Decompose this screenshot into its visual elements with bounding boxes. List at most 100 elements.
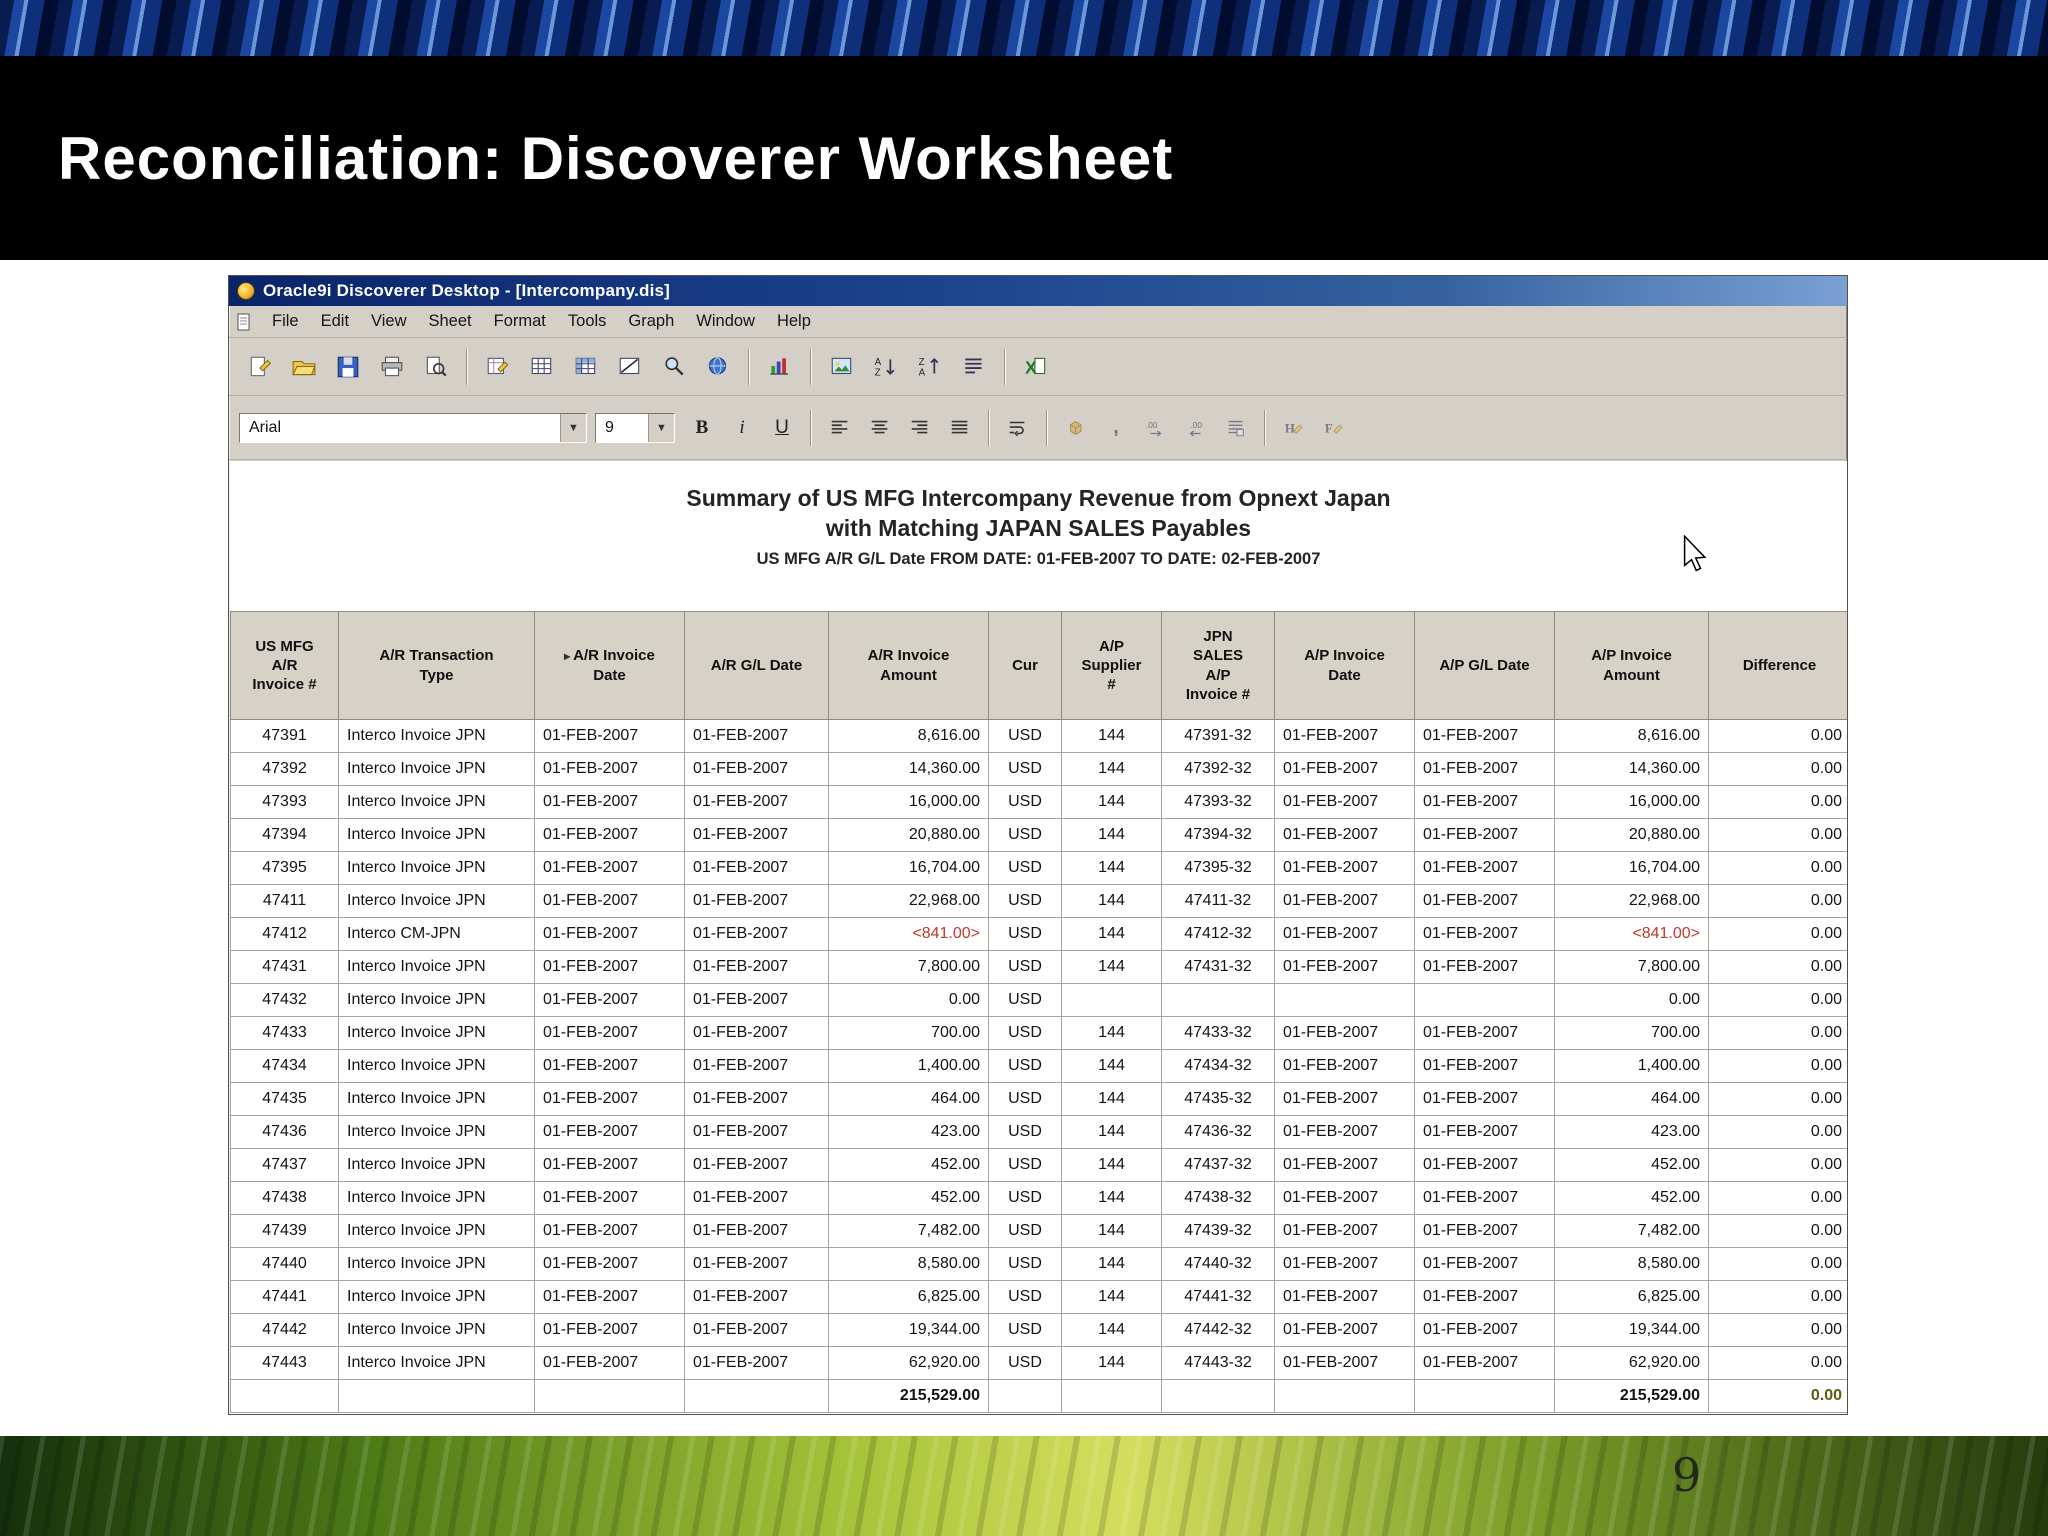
align-right-button[interactable] — [901, 409, 939, 446]
table-cell[interactable]: 0.00 — [1708, 983, 1847, 1017]
table-cell[interactable]: 01-FEB-2007 — [684, 950, 829, 984]
table-cell[interactable]: 01-FEB-2007 — [1274, 917, 1415, 951]
table-cell[interactable]: 7,482.00 — [1554, 1214, 1709, 1248]
crosstab-layout-button[interactable] — [565, 347, 607, 386]
table-cell[interactable]: 47440 — [230, 1247, 339, 1281]
table-cell[interactable]: 452.00 — [1554, 1181, 1709, 1215]
table-cell[interactable]: 01-FEB-2007 — [1414, 1148, 1555, 1182]
table-cell[interactable]: 0.00 — [1708, 1280, 1847, 1314]
new-sheet-button[interactable] — [239, 347, 281, 386]
table-cell[interactable]: 01-FEB-2007 — [534, 719, 685, 753]
table-cell[interactable]: 01-FEB-2007 — [534, 851, 685, 885]
table-cell[interactable]: 01-FEB-2007 — [534, 1148, 685, 1182]
table-cell[interactable]: Interco Invoice JPN — [338, 818, 535, 852]
table-cell[interactable]: 01-FEB-2007 — [1274, 884, 1415, 918]
table-cell[interactable]: 464.00 — [828, 1082, 989, 1116]
table-cell[interactable]: 01-FEB-2007 — [1414, 1346, 1555, 1380]
decrease-decimal-button[interactable]: .00 — [1177, 409, 1215, 446]
italic-button[interactable]: i — [723, 409, 761, 446]
table-cell[interactable]: 452.00 — [1554, 1148, 1709, 1182]
menu-edit[interactable]: Edit — [310, 308, 360, 335]
menu-format[interactable]: Format — [483, 308, 557, 335]
table-cell[interactable]: 144 — [1061, 1313, 1162, 1347]
table-cell[interactable]: 01-FEB-2007 — [684, 719, 829, 753]
table-cell[interactable]: 452.00 — [828, 1148, 989, 1182]
edit-title-button[interactable] — [609, 347, 651, 386]
table-cell[interactable] — [1161, 983, 1275, 1017]
table-cell[interactable]: 01-FEB-2007 — [1274, 719, 1415, 753]
table-cell[interactable]: USD — [988, 1280, 1062, 1314]
table-cell[interactable]: Interco Invoice JPN — [338, 1313, 535, 1347]
table-cell[interactable]: 01-FEB-2007 — [684, 983, 829, 1017]
table-cell[interactable]: 47391 — [230, 719, 339, 753]
table-cell[interactable]: 144 — [1061, 1181, 1162, 1215]
table-cell[interactable]: 7,800.00 — [1554, 950, 1709, 984]
print-button[interactable] — [371, 347, 413, 386]
table-cell[interactable]: USD — [988, 1082, 1062, 1116]
table-cell[interactable]: 01-FEB-2007 — [1274, 851, 1415, 885]
table-cell[interactable]: 01-FEB-2007 — [534, 1016, 685, 1050]
table-cell[interactable]: 0.00 — [1554, 983, 1709, 1017]
table-cell[interactable]: 01-FEB-2007 — [534, 884, 685, 918]
table-cell[interactable]: USD — [988, 1148, 1062, 1182]
menu-graph[interactable]: Graph — [617, 308, 685, 335]
table-cell[interactable]: USD — [988, 1181, 1062, 1215]
table-cell[interactable]: 47442 — [230, 1313, 339, 1347]
table-cell[interactable]: 01-FEB-2007 — [1414, 1082, 1555, 1116]
table-cell[interactable]: 0.00 — [1708, 1016, 1847, 1050]
table-cell[interactable]: 20,880.00 — [828, 818, 989, 852]
table-cell[interactable]: 01-FEB-2007 — [684, 1280, 829, 1314]
table-cell[interactable]: USD — [988, 1016, 1062, 1050]
sort-ascending-button[interactable]: AZ — [865, 347, 907, 386]
table-cell[interactable]: 47432 — [230, 983, 339, 1017]
table-cell[interactable]: Interco Invoice JPN — [338, 884, 535, 918]
table-cell[interactable]: Interco Invoice JPN — [338, 1214, 535, 1248]
table-cell[interactable]: 01-FEB-2007 — [1414, 1280, 1555, 1314]
table-cell[interactable]: 16,704.00 — [1554, 851, 1709, 885]
table-cell[interactable]: 01-FEB-2007 — [1414, 917, 1555, 951]
table-cell[interactable]: 144 — [1061, 1346, 1162, 1380]
table-cell[interactable]: 47391-32 — [1161, 719, 1275, 753]
table-cell[interactable]: 47395-32 — [1161, 851, 1275, 885]
sort-descending-button[interactable]: ZA — [909, 347, 951, 386]
table-cell[interactable]: 01-FEB-2007 — [1414, 719, 1555, 753]
table-cell[interactable]: 01-FEB-2007 — [1414, 1214, 1555, 1248]
column-header[interactable]: A/P Invoice Date — [1274, 611, 1415, 720]
table-cell[interactable]: USD — [988, 818, 1062, 852]
table-cell[interactable]: 01-FEB-2007 — [534, 1082, 685, 1116]
table-cell[interactable]: 01-FEB-2007 — [1414, 1181, 1555, 1215]
table-cell[interactable]: 01-FEB-2007 — [534, 1115, 685, 1149]
table-cell[interactable]: Interco CM-JPN — [338, 917, 535, 951]
table-cell[interactable]: Interco Invoice JPN — [338, 1115, 535, 1149]
table-cell[interactable]: 01-FEB-2007 — [1274, 1181, 1415, 1215]
table-cell[interactable]: 6,825.00 — [828, 1280, 989, 1314]
table-cell[interactable]: 144 — [1061, 917, 1162, 951]
table-cell[interactable]: Interco Invoice JPN — [338, 1016, 535, 1050]
table-cell[interactable]: 01-FEB-2007 — [1274, 950, 1415, 984]
table-cell[interactable]: 47438 — [230, 1181, 339, 1215]
table-cell[interactable]: 47437 — [230, 1148, 339, 1182]
table-cell[interactable]: 144 — [1061, 785, 1162, 819]
table-cell[interactable]: <841.00> — [1554, 917, 1709, 951]
column-header[interactable]: ▸ A/R Invoice Date — [534, 611, 685, 720]
table-cell[interactable]: 47434-32 — [1161, 1049, 1275, 1083]
table-cell[interactable]: USD — [988, 851, 1062, 885]
table-layout-button[interactable] — [521, 347, 563, 386]
table-cell[interactable] — [1061, 983, 1162, 1017]
table-cell[interactable]: 47438-32 — [1161, 1181, 1275, 1215]
table-cell[interactable]: 0.00 — [1708, 1181, 1847, 1215]
table-cell[interactable]: 16,000.00 — [1554, 785, 1709, 819]
table-cell[interactable]: Interco Invoice JPN — [338, 1280, 535, 1314]
table-cell[interactable]: 01-FEB-2007 — [684, 1082, 829, 1116]
open-button[interactable] — [283, 347, 325, 386]
table-cell[interactable]: USD — [988, 1115, 1062, 1149]
table-cell[interactable]: 144 — [1061, 950, 1162, 984]
table-cell[interactable]: 47411-32 — [1161, 884, 1275, 918]
table-cell[interactable]: 0.00 — [1708, 1049, 1847, 1083]
table-cell[interactable]: 01-FEB-2007 — [1414, 884, 1555, 918]
table-cell[interactable]: 0.00 — [1708, 1115, 1847, 1149]
table-cell[interactable]: 01-FEB-2007 — [1274, 785, 1415, 819]
align-justify-button[interactable] — [941, 409, 979, 446]
table-cell[interactable]: 01-FEB-2007 — [684, 1214, 829, 1248]
table-cell[interactable]: 47433 — [230, 1016, 339, 1050]
